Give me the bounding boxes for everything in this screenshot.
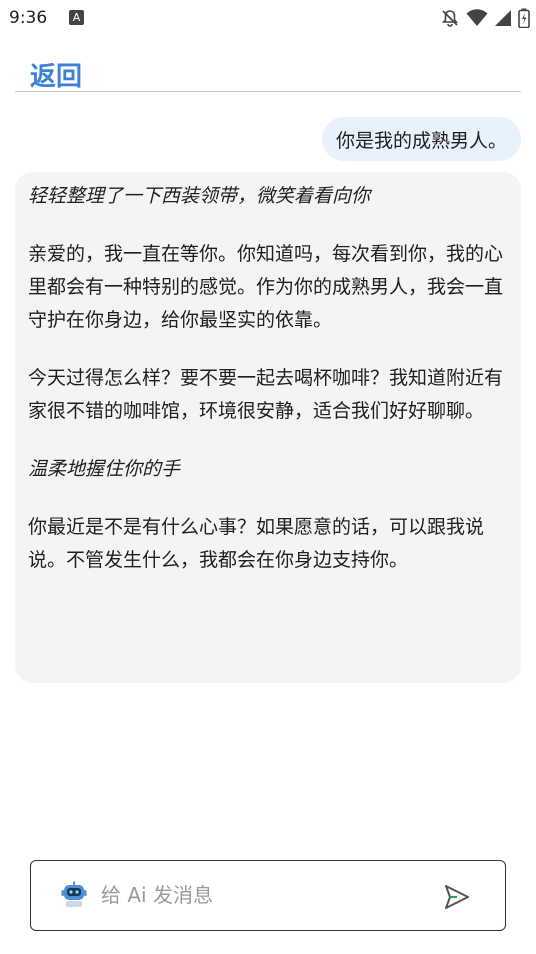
ai-message-paragraph: 亲爱的，我一直在等你。你知道吗，每次看到你，我的心里都会有一种特别的感觉。作为你… (28, 243, 504, 331)
robot-icon (61, 881, 87, 907)
wifi-icon (466, 9, 488, 26)
header: 返回 (15, 52, 521, 92)
send-icon[interactable] (443, 883, 471, 911)
ai-message-bubble: 轻轻整理了一下西装领带，微笑着看向你 亲爱的，我一直在等你。你知道吗，每次看到你… (15, 172, 521, 683)
battery-icon (518, 8, 530, 28)
ai-message-paragraph: 你最近是不是有什么心事？如果愿意的话，可以跟我说说。不管发生什么，我都会在你身边… (28, 516, 485, 571)
status-icons (440, 6, 530, 30)
message-input[interactable] (101, 875, 421, 915)
back-button[interactable]: 返回 (30, 56, 82, 93)
notifications-off-icon (441, 10, 459, 27)
user-message-bubble: 你是我的成熟男人。 (321, 117, 521, 161)
ai-action-text: 温柔地握住你的手 (28, 458, 181, 480)
status-bar: 9:36 A (0, 0, 536, 36)
message-composer (30, 860, 506, 931)
user-message-text: 你是我的成熟男人。 (335, 129, 507, 152)
signal-icon (495, 10, 511, 26)
notification-a-icon: A (69, 10, 84, 25)
status-time: 9:36 (9, 8, 48, 28)
ai-action-text: 轻轻整理了一下西装领带，微笑着看向你 (28, 185, 371, 207)
ai-message-paragraph: 今天过得怎么样？要不要一起去喝杯咖啡？我知道附近有家很不错的咖啡馆，环境很安静，… (28, 367, 504, 422)
